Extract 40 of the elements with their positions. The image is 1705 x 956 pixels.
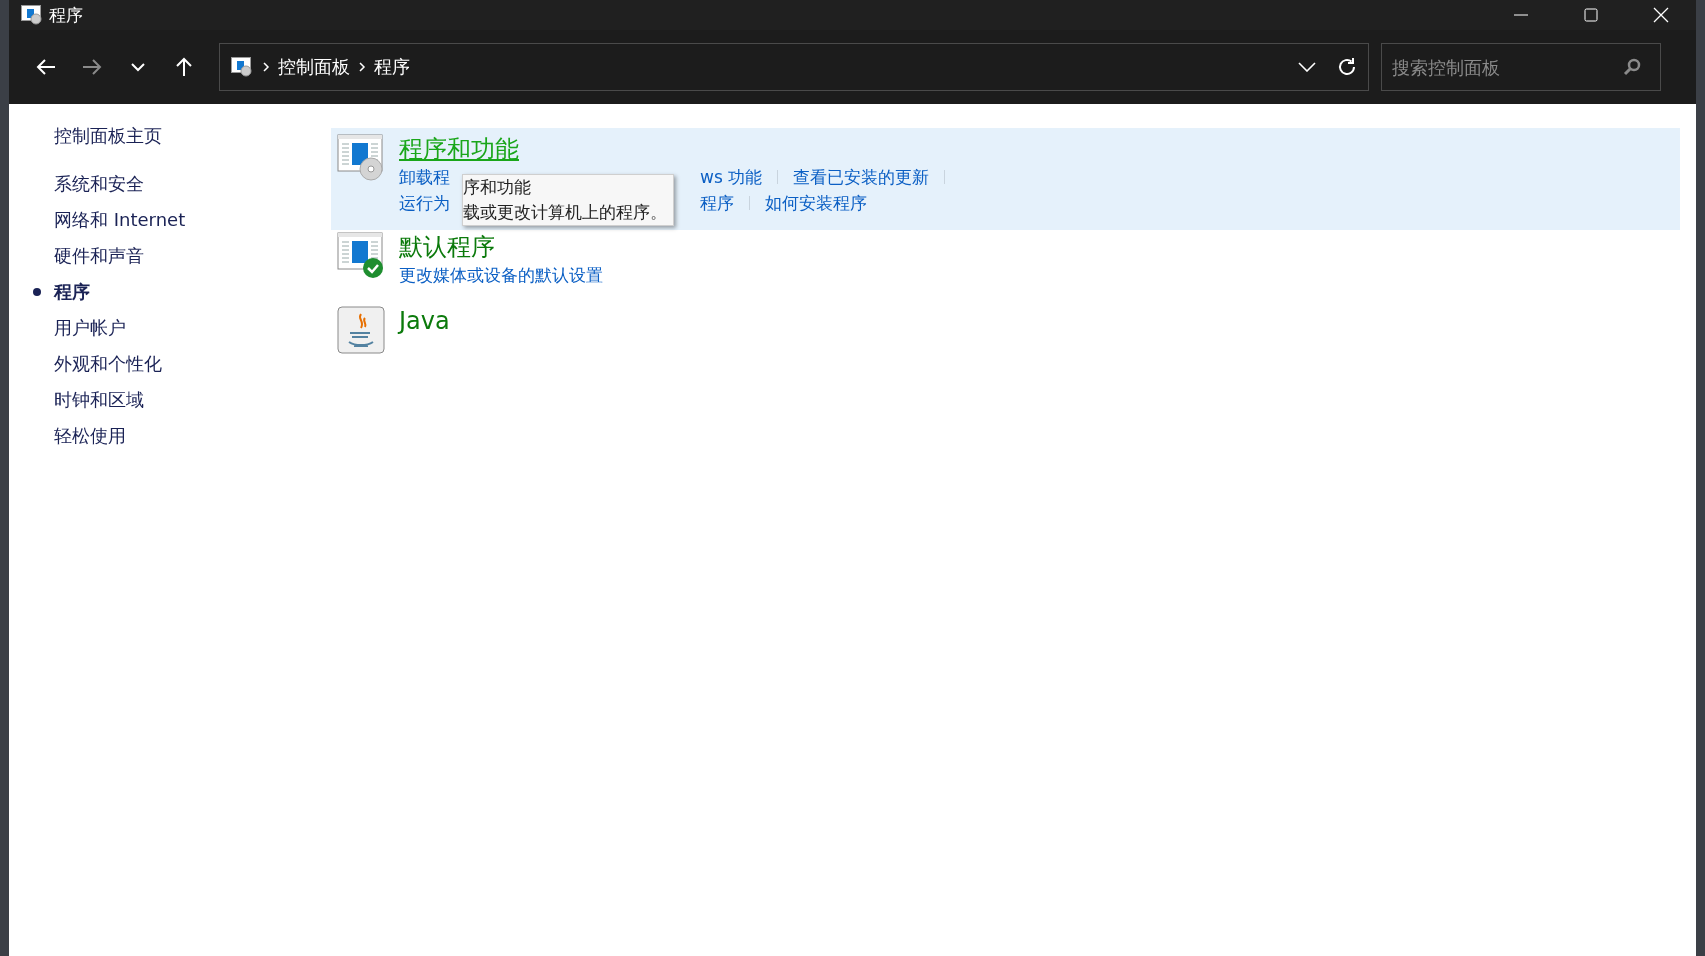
sidebar-item[interactable]: 用户帐户 <box>54 316 126 340</box>
refresh-icon[interactable] <box>1336 56 1358 78</box>
sidebar-item[interactable]: 轻松使用 <box>54 424 126 448</box>
window-title: 程序 <box>49 3 83 27</box>
sidebar-item[interactable]: 网络和 Internet <box>54 208 186 232</box>
task-link[interactable]: ws 功能 <box>700 164 763 190</box>
chevron-icon <box>358 61 366 73</box>
sidebar-item[interactable]: 系统和安全 <box>54 172 144 196</box>
task-link[interactable]: 如何安装程序 <box>765 190 867 216</box>
address-bar[interactable]: 控制面板 程序 <box>219 43 1369 91</box>
control-panel-icon <box>230 57 254 77</box>
breadcrumb[interactable]: 程序 <box>374 55 410 79</box>
search-icon <box>1623 58 1641 76</box>
sidebar-item[interactable]: 时钟和区域 <box>54 388 144 412</box>
programs-features-icon <box>337 134 385 182</box>
maximize-icon[interactable] <box>1583 7 1599 23</box>
sidebar-item[interactable]: 硬件和声音 <box>54 244 144 268</box>
coffee-cup-icon <box>337 306 385 354</box>
chevron-icon <box>262 61 270 73</box>
tooltip: 序和功能 载或更改计算机上的程序。 <box>462 174 674 226</box>
dropdown-icon[interactable] <box>1298 62 1316 72</box>
sidebar-item[interactable]: 程序 <box>54 280 90 304</box>
back-arrow-icon[interactable] <box>36 58 56 76</box>
breadcrumb[interactable]: 控制面板 <box>278 55 350 79</box>
search-field[interactable]: 搜索控制面板 <box>1381 43 1661 91</box>
close-icon[interactable] <box>1653 7 1669 23</box>
chevron-down-icon[interactable] <box>131 62 145 72</box>
forward-arrow-icon[interactable] <box>82 58 102 76</box>
category-link[interactable]: 默认程序 <box>399 232 495 262</box>
up-arrow-icon[interactable] <box>175 57 193 77</box>
task-link[interactable]: 运行为 <box>399 190 450 216</box>
sidebar-link[interactable]: 控制面板主页 <box>54 124 331 148</box>
task-link[interactable]: 卸载程 <box>399 164 450 190</box>
task-link[interactable]: 程序 <box>700 190 734 216</box>
task-link[interactable]: 更改媒体或设备的默认设置 <box>399 262 603 288</box>
default-programs-icon <box>337 232 385 280</box>
sidebar-item[interactable]: 外观和个性化 <box>54 352 162 376</box>
category-link[interactable]: Java <box>399 306 450 336</box>
control-panel-icon <box>21 5 43 25</box>
task-link[interactable]: 查看已安装的更新 <box>793 164 930 190</box>
